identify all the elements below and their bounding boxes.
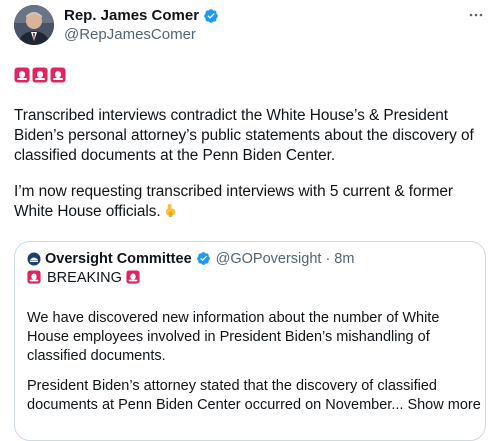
police-light-icon — [27, 270, 43, 286]
quoted-author-handle[interactable]: @GOPoversight — [216, 251, 322, 267]
author-name[interactable]: Rep. James Comer — [64, 7, 199, 25]
tweet-paragraph-text: I’m now requesting transcribed interview… — [14, 183, 453, 220]
tweet-paragraph: I’m now requesting transcribed interview… — [14, 182, 492, 222]
author-handle[interactable]: @RepJamesComer — [64, 25, 219, 45]
tweet-text: Transcribed interviews contradict the Wh… — [14, 106, 492, 220]
quoted-tweet-text: We have discovered new information about… — [27, 309, 481, 413]
separator-dot: · — [325, 251, 331, 267]
breaking-text: BREAKING — [47, 270, 122, 286]
quoted-paragraph-text: President Biden’s attorney stated that t… — [27, 378, 437, 413]
point-down-icon — [163, 203, 178, 218]
tweet-paragraph: Transcribed interviews contradict the Wh… — [14, 107, 474, 164]
quoted-timestamp[interactable]: 8m — [334, 251, 354, 267]
author-info: Rep. James Comer @RepJamesComer — [64, 7, 219, 45]
show-more-link[interactable]: Show more — [407, 397, 480, 413]
police-light-icon — [126, 270, 142, 286]
breaking-label: BREAKING — [27, 270, 142, 286]
quoted-author-name[interactable]: Oversight Committee — [45, 251, 192, 267]
quoted-tweet-header: Oversight Committee @GOPoversight · 8m — [27, 251, 354, 267]
quoted-tweet-card[interactable]: Oversight Committee @GOPoversight · 8m BRE… — [14, 241, 486, 441]
quoted-paragraph: We have discovered new information about… — [27, 310, 440, 364]
tweet: Rep. James Comer @RepJamesComer Transcri… — [0, 0, 500, 441]
police-light-icon — [14, 67, 30, 83]
oversight-committee-logo-icon — [27, 252, 41, 266]
police-light-icon — [50, 67, 66, 83]
avatar[interactable] — [14, 5, 54, 45]
verified-badge-icon — [203, 8, 219, 24]
verified-badge-icon — [196, 251, 212, 267]
quoted-paragraph: President Biden’s attorney stated that t… — [27, 377, 487, 415]
tweet-header: Rep. James Comer @RepJamesComer — [14, 5, 486, 47]
siren-emoji-row — [14, 67, 66, 83]
police-light-icon — [32, 67, 48, 83]
more-options-icon[interactable] — [466, 7, 486, 23]
